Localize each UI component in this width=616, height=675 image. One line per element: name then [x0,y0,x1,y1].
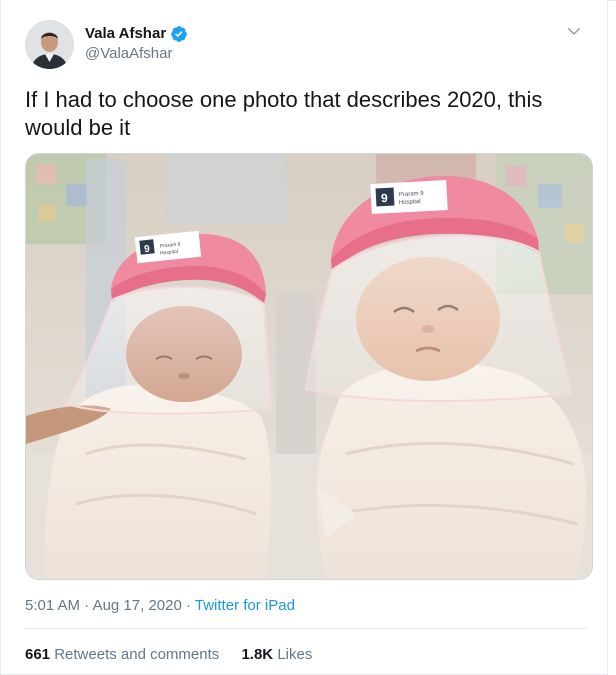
chevron-down-icon[interactable] [565,22,583,40]
right-shield-brand-2: Hospital [399,199,421,206]
retweets-stat[interactable]: 661 Retweets and comments [25,646,219,663]
author-names: Vala Afshar @ValaAfshar [85,24,188,64]
avatar[interactable] [25,20,74,69]
retweets-label: Retweets and comments [54,646,220,663]
tweet-time[interactable]: 5:01 AM [25,597,80,614]
tweet-meta: 5:01 AM · Aug 17, 2020 · Twitter for iPa… [25,597,295,614]
tweet-stats: 661 Retweets and comments 1.8K Likes [25,646,330,663]
stats-divider [25,628,587,629]
right-shield-logo: 9 [381,191,389,205]
avatar-portrait [25,20,74,69]
tweet-header: Vala Afshar @ValaAfshar [25,20,587,72]
likes-stat[interactable]: 1.8K Likes [241,646,312,663]
likes-label: Likes [277,646,313,663]
meta-separator: · [185,597,191,614]
tweet-photo[interactable]: 9 Praram 9 Hospital 9 Praram 9 Hospital [25,153,593,580]
retweets-count: 661 [25,646,51,663]
verified-badge-icon [171,26,188,42]
tweet-text: If I had to choose one photo that descri… [25,87,543,140]
author-display-name-text[interactable]: Vala Afshar [85,24,166,44]
likes-count: 1.8K [241,646,274,663]
author-display-name[interactable]: Vala Afshar [85,24,188,44]
tweet-date[interactable]: Aug 17, 2020 [93,597,182,614]
tweet-source-link[interactable]: Twitter for iPad [195,597,295,614]
tweet-card: Vala Afshar @ValaAfshar If I had to choo… [0,0,608,675]
photo-newborns-face-shields: 9 Praram 9 Hospital 9 Praram 9 Hospital [26,154,592,579]
author-handle[interactable]: @ValaAfshar [85,44,188,64]
meta-separator: · [84,597,90,614]
